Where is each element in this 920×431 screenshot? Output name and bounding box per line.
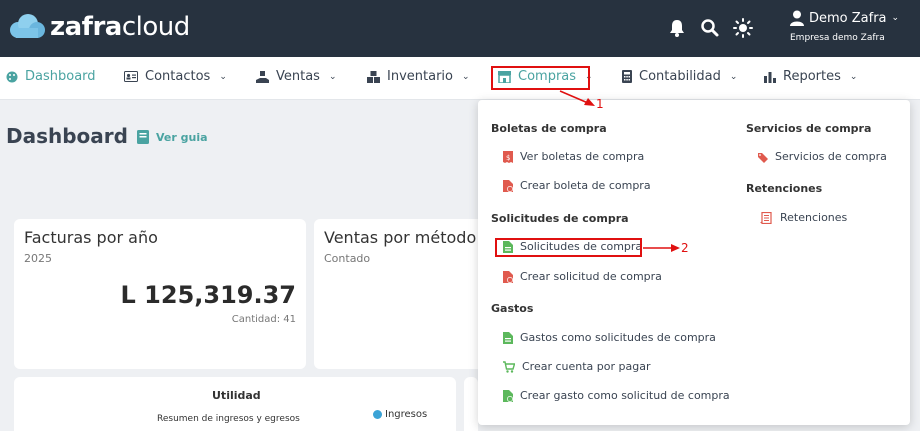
receipt-icon: $ bbox=[503, 150, 513, 163]
file-plus-icon bbox=[503, 389, 513, 402]
chevron-down-icon: ⌄ bbox=[849, 71, 858, 82]
nav-dashboard[interactable]: Dashboard bbox=[6, 69, 96, 84]
annotation-step-2: 2 bbox=[681, 241, 689, 255]
card-subtitle: Contado bbox=[324, 252, 371, 265]
legend-label: Ingresos bbox=[385, 409, 428, 420]
menu-item-label: Crear boleta de compra bbox=[520, 179, 651, 192]
chevron-down-icon: ⌄ bbox=[328, 71, 337, 82]
card-title: Ventas por método bbox=[324, 228, 477, 247]
card-subtitle: Resumen de ingresos y egresos bbox=[157, 414, 300, 424]
card-ventas-metodo: Ventas por método Contado bbox=[314, 219, 494, 369]
nav-ventas-label: Ventas bbox=[276, 69, 320, 84]
nav-contactos[interactable]: Contactos ⌄ bbox=[124, 69, 227, 84]
menu-item-crear-solicitud[interactable]: Crear solicitud de compra bbox=[503, 270, 662, 283]
bell-icon[interactable] bbox=[667, 18, 687, 38]
nav-ventas[interactable]: Ventas ⌄ bbox=[256, 69, 337, 84]
menu-item-label: Crear solicitud de compra bbox=[520, 270, 662, 283]
nav-dashboard-label: Dashboard bbox=[25, 69, 96, 84]
file-plus-icon bbox=[503, 270, 513, 283]
menu-item-label: Servicios de compra bbox=[775, 150, 887, 163]
cloud-icon bbox=[10, 14, 45, 38]
menu-item-ver-boletas[interactable]: $ Ver boletas de compra bbox=[503, 150, 644, 163]
page-title: Dashboard bbox=[6, 124, 128, 148]
card-count: Cantidad: 41 bbox=[231, 314, 296, 325]
annotation-box-compras bbox=[491, 66, 590, 90]
palette-icon bbox=[6, 71, 18, 82]
contact-card-icon bbox=[124, 71, 138, 82]
menu-item-crear-cuenta[interactable]: Crear cuenta por pagar bbox=[503, 360, 651, 373]
nav-contactos-label: Contactos bbox=[145, 69, 211, 84]
file-text-icon bbox=[503, 331, 513, 344]
section-header-solicitudes: Solicitudes de compra bbox=[491, 212, 629, 225]
tag-icon bbox=[758, 152, 768, 163]
scroll-icon bbox=[760, 211, 772, 224]
menu-item-crear-boleta[interactable]: Crear boleta de compra bbox=[503, 179, 651, 192]
section-header-servicios: Servicios de compra bbox=[746, 122, 872, 135]
calculator-icon bbox=[622, 70, 632, 83]
sun-icon[interactable] bbox=[733, 18, 753, 38]
card-partial bbox=[464, 377, 478, 431]
user-icon bbox=[790, 10, 804, 26]
search-icon[interactable] bbox=[700, 18, 720, 38]
compras-dropdown: Boletas de compra $ Ver boletas de compr… bbox=[478, 100, 910, 425]
annotation-box-solicitudes bbox=[495, 238, 642, 257]
card-title: Facturas por año bbox=[24, 228, 158, 247]
svg-text:$: $ bbox=[506, 154, 510, 162]
card-amount: L 125,319.37 bbox=[120, 281, 296, 309]
company-name: Empresa demo Zafra bbox=[790, 33, 885, 43]
menu-item-label: Gastos como solicitudes de compra bbox=[520, 331, 716, 344]
chart-legend: Ingresos bbox=[373, 409, 427, 420]
book-icon bbox=[137, 130, 149, 144]
nav-reportes-label: Reportes bbox=[783, 69, 841, 84]
boxes-icon bbox=[367, 70, 380, 83]
brand-name: zafracloud bbox=[50, 12, 190, 42]
brand-logo[interactable]: zafracloud bbox=[6, 12, 190, 42]
chevron-down-icon: ⌄ bbox=[729, 71, 738, 82]
bar-chart-icon bbox=[764, 71, 776, 83]
card-utilidad: Utilidad Resumen de ingresos y egresos I… bbox=[14, 377, 456, 431]
top-bar: zafracloud Demo Zafra ⌄ Empresa demo Zaf… bbox=[0, 0, 920, 57]
guide-link[interactable]: Ver guia bbox=[137, 130, 208, 144]
menu-item-label: Ver boletas de compra bbox=[520, 150, 645, 163]
nav-reportes[interactable]: Reportes ⌄ bbox=[764, 69, 857, 84]
card-title: Utilidad bbox=[212, 389, 261, 402]
nav-inventario[interactable]: Inventario ⌄ bbox=[367, 69, 470, 84]
section-header-boletas: Boletas de compra bbox=[491, 122, 607, 135]
main-nav: Dashboard Contactos ⌄ Ventas ⌄ Inventari… bbox=[0, 57, 920, 100]
chevron-down-icon: ⌄ bbox=[461, 71, 470, 82]
menu-item-retenciones[interactable]: Retenciones bbox=[760, 211, 847, 224]
menu-item-label: Crear cuenta por pagar bbox=[522, 360, 651, 373]
file-plus-icon bbox=[503, 179, 513, 192]
card-facturas: Facturas por año 2025 L 125,319.37 Canti… bbox=[14, 219, 306, 369]
annotation-step-1: 1 bbox=[596, 97, 604, 111]
legend-dot bbox=[373, 410, 382, 419]
user-name: Demo Zafra bbox=[809, 10, 887, 26]
menu-item-servicios[interactable]: Servicios de compra bbox=[758, 150, 887, 163]
menu-item-gastos-solicitudes[interactable]: Gastos como solicitudes de compra bbox=[503, 331, 716, 344]
menu-item-label: Retenciones bbox=[780, 211, 848, 224]
section-header-gastos: Gastos bbox=[491, 302, 534, 315]
menu-item-crear-gasto[interactable]: Crear gasto como solicitud de compra bbox=[503, 389, 730, 402]
nav-contabilidad[interactable]: Contabilidad ⌄ bbox=[622, 69, 737, 84]
chevron-down-icon: ⌄ bbox=[219, 71, 227, 82]
guide-label: Ver guia bbox=[156, 130, 208, 144]
hand-sale-icon bbox=[256, 70, 269, 83]
section-header-retenciones: Retenciones bbox=[746, 182, 823, 195]
nav-inventario-label: Inventario bbox=[387, 69, 453, 84]
cart-plus-icon bbox=[503, 360, 515, 373]
card-year: 2025 bbox=[24, 252, 52, 265]
menu-item-label: Crear gasto como solicitud de compra bbox=[520, 389, 730, 402]
nav-contabilidad-label: Contabilidad bbox=[639, 69, 721, 84]
chevron-down-icon: ⌄ bbox=[891, 13, 900, 23]
